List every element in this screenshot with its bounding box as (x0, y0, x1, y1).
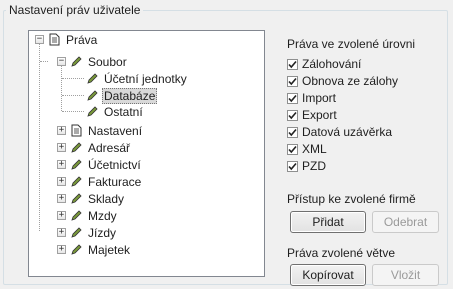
tree-node-mzdy[interactable]: Mzdy (69, 207, 119, 224)
rights-tree[interactable]: − Práva − Soubor Účetní jednotky Databáz… (28, 30, 265, 277)
expand-toggle[interactable]: + (57, 194, 66, 203)
tree-node-label: Sklady (88, 191, 125, 206)
company-access-title: Přístup ke zvolené firmě (287, 192, 416, 206)
checkbox-xml[interactable]: XML (287, 141, 327, 157)
checkbox-pzd[interactable]: PZD (287, 158, 326, 174)
pencil-icon (85, 72, 99, 86)
pencil-icon (69, 55, 83, 69)
pencil-icon (69, 243, 83, 257)
checkbox-zalohovani[interactable]: Zálohování (287, 56, 361, 72)
tree-node-label: Nastavení (88, 123, 143, 138)
pencil-icon (69, 192, 83, 206)
document-icon (47, 33, 61, 47)
tree-node-label: Práva (66, 32, 98, 47)
checkbox-obnova[interactable]: Obnova ze zálohy (287, 73, 398, 89)
checkbox-label: XML (302, 142, 327, 156)
tree-line (62, 95, 84, 96)
pencil-icon (69, 141, 83, 155)
checkbox-export[interactable]: Export (287, 107, 337, 123)
branch-rights-title: Práva zvolené větve (287, 246, 396, 260)
checkbox[interactable] (287, 143, 298, 155)
tree-node-jizdy[interactable]: Jízdy (69, 224, 118, 241)
tree-line (39, 43, 40, 231)
paste-button[interactable]: Vložit (372, 264, 439, 286)
tree-node-label: Účetní jednotky (104, 71, 187, 86)
expand-toggle[interactable]: + (57, 160, 66, 169)
checkbox-import[interactable]: Import (287, 90, 336, 106)
pencil-icon (69, 226, 83, 240)
expand-toggle[interactable]: + (57, 126, 66, 135)
expand-toggle[interactable]: + (57, 245, 66, 254)
tree-line (62, 78, 84, 79)
checkbox-label: PZD (302, 159, 326, 173)
checkbox[interactable] (287, 75, 298, 87)
tree-node-label: Adresář (88, 140, 131, 155)
tree-node-fakturace[interactable]: Fakturace (69, 173, 143, 190)
pencil-icon (69, 175, 83, 189)
tree-line (62, 111, 84, 112)
groupbox-title: Nastavení práv uživatele (6, 3, 144, 17)
tree-node-label: Účetnictví (88, 157, 141, 172)
checkbox-label: Zálohování (302, 57, 362, 71)
tree-node-ostatni[interactable]: Ostatní (85, 103, 145, 120)
tree-node-sklady[interactable]: Sklady (69, 190, 126, 207)
tree-node-label: Mzdy (88, 208, 117, 223)
expand-toggle[interactable]: + (57, 211, 66, 220)
checkbox[interactable] (287, 109, 298, 121)
tree-node-ucetni-jednotky[interactable]: Účetní jednotky (85, 70, 189, 87)
pencil-icon (69, 209, 83, 223)
pencil-icon (85, 105, 99, 119)
pencil-icon (69, 158, 83, 172)
checkbox[interactable] (287, 160, 298, 172)
checkbox[interactable] (287, 92, 298, 104)
rights-level-title: Práva ve zvolené úrovni (287, 37, 416, 51)
tree-node-majetek[interactable]: Majetek (69, 241, 132, 258)
tree-node-ucetnictvi[interactable]: Účetnictví (69, 156, 143, 173)
remove-button[interactable]: Odebrat (372, 211, 439, 233)
add-button[interactable]: Přidat (290, 211, 366, 233)
checkbox-label: Obnova ze zálohy (302, 74, 399, 88)
checkbox-label: Import (302, 91, 337, 105)
tree-node-label: Soubor (88, 54, 127, 69)
tree-node-label: Majetek (88, 242, 131, 257)
tree-node-label: Fakturace (88, 174, 142, 189)
document-icon (69, 124, 83, 138)
tree-node-soubor[interactable]: Soubor (69, 53, 129, 70)
checkbox-label: Export (302, 108, 337, 122)
tree-node-label-selected: Databáze (102, 87, 158, 104)
tree-node-nastaveni[interactable]: Nastavení (69, 122, 144, 139)
expand-toggle[interactable]: + (57, 143, 66, 152)
checkbox-label: Datová uzávěrka (302, 125, 393, 139)
tree-node-root[interactable]: Práva (47, 31, 99, 48)
checkbox[interactable] (287, 58, 298, 70)
tree-line (40, 61, 48, 62)
pencil-icon (85, 89, 99, 103)
tree-node-adresar[interactable]: Adresář (69, 139, 132, 156)
tree-node-label: Jízdy (88, 225, 117, 240)
checkbox[interactable] (287, 126, 298, 138)
collapse-toggle[interactable]: − (35, 35, 44, 44)
tree-line (61, 61, 62, 111)
expand-toggle[interactable]: + (57, 177, 66, 186)
checkbox-datova-uzaverka[interactable]: Datová uzávěrka (287, 124, 392, 140)
copy-button[interactable]: Kopírovat (290, 264, 366, 286)
tree-node-label: Ostatní (104, 104, 143, 119)
expand-toggle[interactable]: + (57, 228, 66, 237)
collapse-toggle[interactable]: − (57, 57, 66, 66)
tree-node-databaze[interactable]: Databáze (85, 87, 158, 104)
